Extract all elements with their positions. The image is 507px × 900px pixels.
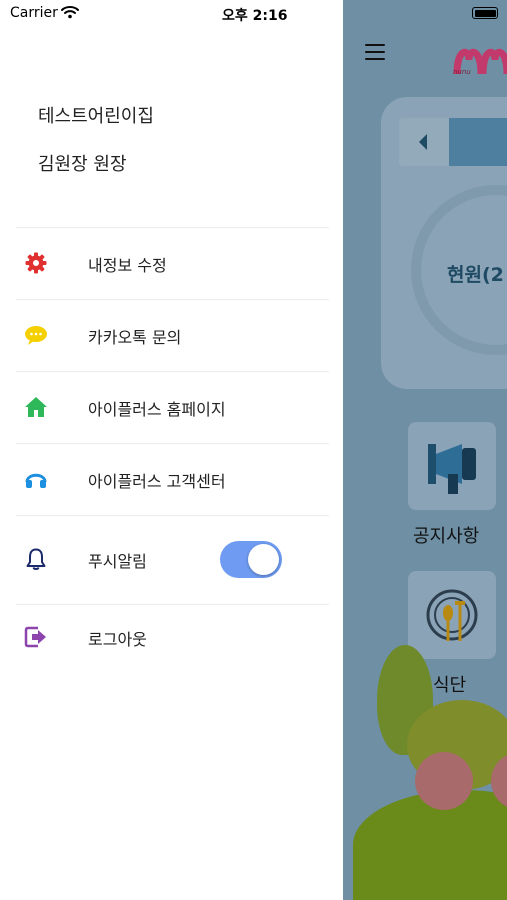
menu-label-push: 푸시알림 xyxy=(88,552,147,571)
logout-icon xyxy=(24,626,46,648)
hamburger-menu-icon[interactable] xyxy=(365,44,385,65)
push-notification-toggle[interactable] xyxy=(220,541,282,578)
menu-label-logout: 로그아웃 xyxy=(88,630,147,649)
menu-label-customer-center: 아이플러스 고객센터 xyxy=(88,472,226,491)
status-bar: Carrier 오후 2:16 xyxy=(0,0,507,28)
bell-icon xyxy=(26,548,46,570)
child-illustration xyxy=(415,752,473,810)
side-drawer: 테스트어린이집 김원장 원장 내정보 수정 카카오톡 문의 아이플러스 홈페이지… xyxy=(0,0,343,900)
meal-tile[interactable] xyxy=(408,571,496,659)
clock: 오후 2:16 xyxy=(222,8,288,24)
toggle-knob xyxy=(248,544,279,575)
menu-label-edit-profile: 내정보 수정 xyxy=(88,256,167,275)
headset-icon xyxy=(25,473,47,488)
meal-tile-label: 식단 xyxy=(433,675,467,696)
chat-bubble-icon xyxy=(25,326,47,345)
menu-item-logout[interactable]: 로그아웃 xyxy=(16,602,329,672)
plate-icon xyxy=(426,589,478,641)
menu-label-kakaotalk: 카카오톡 문의 xyxy=(88,328,182,347)
user-name: 김원장 원장 xyxy=(38,154,127,175)
notice-tile-label: 공지사항 xyxy=(413,526,480,547)
menu-item-edit-profile[interactable]: 내정보 수정 xyxy=(16,228,329,298)
divider xyxy=(16,515,329,516)
battery-icon xyxy=(472,7,498,19)
current-count-label: 현원(2 xyxy=(447,264,504,286)
gear-icon xyxy=(25,252,47,274)
carrier-label: Carrier xyxy=(10,5,58,21)
notice-tile[interactable] xyxy=(408,422,496,510)
home-icon xyxy=(25,397,47,417)
menu-label-homepage: 아이플러스 홈페이지 xyxy=(88,400,226,419)
menu-item-homepage[interactable]: 아이플러스 홈페이지 xyxy=(16,372,329,442)
daycare-name: 테스트어린이집 xyxy=(38,106,154,127)
app-logo-text: nunu xyxy=(453,68,471,76)
menu-item-kakaotalk[interactable]: 카카오톡 문의 xyxy=(16,300,329,370)
megaphone-icon xyxy=(428,444,476,494)
wifi-icon xyxy=(61,6,79,19)
date-selector[interactable] xyxy=(399,118,507,166)
chevron-left-icon[interactable] xyxy=(399,118,447,166)
menu-item-push: 푸시알림 xyxy=(16,524,329,594)
menu-item-customer-center[interactable]: 아이플러스 고객센터 xyxy=(16,444,329,514)
date-display xyxy=(449,118,507,166)
background-app[interactable]: nunu 현원(2 공지사항 식단 xyxy=(343,0,507,900)
